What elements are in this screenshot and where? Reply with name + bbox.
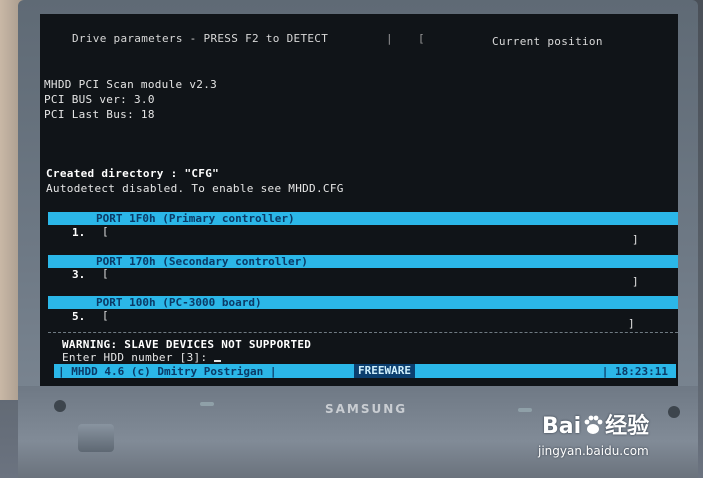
status-license: FREEWARE [354, 364, 415, 378]
port-header-pc3000: PORT 100h (PC-3000 board) [48, 296, 678, 309]
baidu-watermark-url: jingyan.baidu.com [538, 444, 649, 458]
hdd-slot-open: [ [102, 267, 109, 280]
samsung-logo: SAMSUNG [325, 402, 408, 416]
hdd-slot-number: 3. [72, 268, 86, 281]
indicator-led-right [518, 408, 532, 412]
text-cursor [214, 360, 222, 362]
hdd-slot-number: 5. [72, 310, 86, 323]
watermark-logo-left: Bai [542, 414, 582, 439]
bezel-screw-left [54, 400, 66, 412]
hdd-slot-open: [ [102, 225, 109, 238]
header-current-position: Current position [492, 35, 603, 48]
hdd-number-prompt[interactable]: Enter HDD number [3]: [62, 351, 222, 364]
header-bracket: [ [418, 32, 425, 45]
hdd-slot-open: [ [102, 309, 109, 322]
terminal-screen[interactable]: Drive parameters - PRESS F2 to DETECT | … [40, 14, 678, 386]
log-line: PCI BUS ver: 3.0 [44, 93, 155, 106]
baidu-watermark-logo: Bai 经验 [542, 408, 649, 440]
prompt-text: Enter HDD number [3]: [62, 351, 215, 364]
warning-message: WARNING: SLAVE DEVICES NOT SUPPORTED [62, 338, 312, 351]
status-clock: | 18:23:11 [601, 365, 668, 378]
baidu-paw-icon [584, 415, 603, 434]
status-bar: | MHDD 4.6 (c) Dmitry Postrigan | FREEWA… [54, 364, 676, 378]
port-label: PORT 170h (Secondary controller) [96, 255, 308, 268]
bezel-screw-right [668, 406, 680, 418]
log-line: Autodetect disabled. To enable see MHDD.… [46, 182, 344, 195]
hdd-slot-close: ] [628, 317, 635, 330]
port-label: PORT 1F0h (Primary controller) [96, 212, 295, 225]
port-label: PORT 100h (PC-3000 board) [96, 296, 262, 309]
log-line: MHDD PCI Scan module v2.3 [44, 78, 218, 91]
header-drive-parameters: Drive parameters - PRESS F2 to DETECT [72, 32, 329, 45]
header-separator: | [386, 32, 393, 45]
port-header-secondary: PORT 170h (Secondary controller) [48, 255, 678, 268]
watermark-logo-right: 经验 [605, 414, 650, 439]
divider-line [48, 332, 678, 333]
port-header-primary: PORT 1F0h (Primary controller) [48, 212, 678, 225]
hdd-slot-number: 1. [72, 226, 86, 239]
photo-scene: Drive parameters - PRESS F2 to DETECT | … [0, 0, 703, 478]
indicator-led-left [200, 402, 214, 406]
log-line: Created directory : "CFG" [46, 167, 220, 180]
hdd-slot-close: ] [632, 275, 639, 288]
hdd-slot-close: ] [632, 233, 639, 246]
status-app-info: | MHDD 4.6 (c) Dmitry Postrigan | [58, 365, 277, 378]
hinge-left [78, 424, 114, 452]
log-line: PCI Last Bus: 18 [44, 108, 155, 121]
